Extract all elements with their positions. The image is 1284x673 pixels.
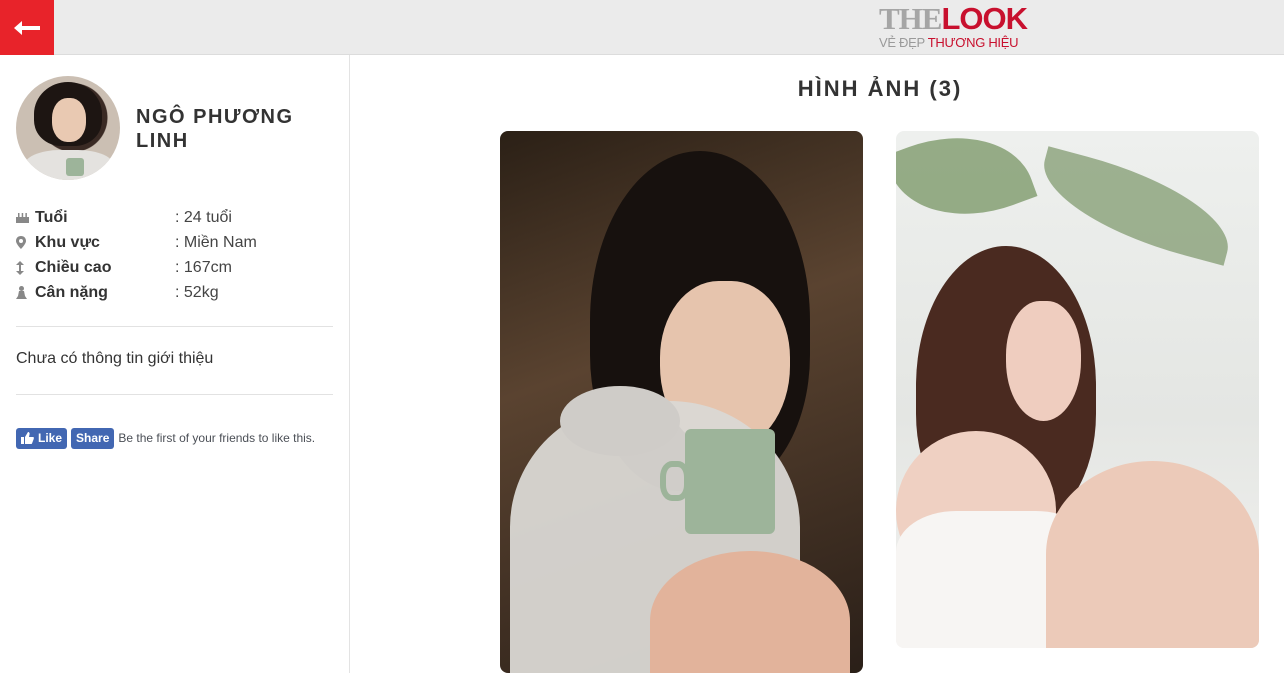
gallery-photo[interactable] (500, 131, 863, 673)
arrow-left-icon (14, 20, 40, 35)
logo-tagline-a: VẺ ĐẸP (879, 35, 928, 50)
info-value: : 24 tuổi (175, 208, 232, 226)
profile-name: NGÔ PHƯƠNG LINH (136, 106, 294, 152)
info-row-height: Chiều cao : 167cm (16, 255, 336, 280)
divider (16, 326, 333, 327)
info-value: : 52kg (175, 283, 219, 301)
logo-the: THE (879, 1, 942, 36)
logo[interactable]: THELOOK VẺ ĐẸP THƯƠNG HIỆU (879, 3, 1029, 53)
info-label: Chiều cao (35, 258, 112, 276)
info-label: Khu vực (35, 233, 100, 251)
info-row-weight: Cân nặng : 52kg (16, 280, 336, 305)
gallery-photo[interactable] (896, 131, 1259, 648)
profile-intro: Chưa có thông tin giới thiệu (16, 350, 214, 367)
back-button[interactable] (0, 0, 54, 55)
weight-icon (16, 286, 35, 299)
thumbs-up-icon (21, 432, 34, 444)
height-icon (16, 260, 35, 275)
info-label: Tuổi (35, 208, 68, 226)
logo-tagline-b: THƯƠNG HIỆU (927, 35, 1019, 50)
map-pin-icon (16, 236, 35, 249)
profile-sidebar: NGÔ PHƯƠNG LINH Tuổi : 24 tuổi Khu vực :… (0, 55, 350, 673)
info-value: : 167cm (175, 258, 232, 276)
facebook-social-text: Be the first of your friends to like thi… (118, 431, 316, 445)
info-label: Cân nặng (35, 283, 108, 301)
gallery-title: HÌNH ẢNH (3) (797, 76, 963, 101)
info-row-age: Tuổi : 24 tuổi (16, 205, 336, 230)
facebook-share-label: Share (76, 431, 110, 445)
divider (16, 394, 333, 395)
profile-info-list: Tuổi : 24 tuổi Khu vực : Miền Nam Chiều … (16, 205, 336, 305)
facebook-like-label: Like (38, 431, 63, 445)
logo-look: LOOK (941, 1, 1028, 36)
info-value: : Miền Nam (175, 233, 257, 251)
facebook-plugin: Like Share Be the first of your friends … (16, 427, 315, 449)
avatar (16, 76, 120, 180)
top-bar: THELOOK VẺ ĐẸP THƯƠNG HIỆU (0, 0, 1284, 55)
facebook-like-button[interactable]: Like (16, 427, 68, 449)
facebook-share-button[interactable]: Share (71, 427, 115, 449)
cake-icon (16, 212, 35, 223)
info-row-region: Khu vực : Miền Nam (16, 230, 336, 255)
